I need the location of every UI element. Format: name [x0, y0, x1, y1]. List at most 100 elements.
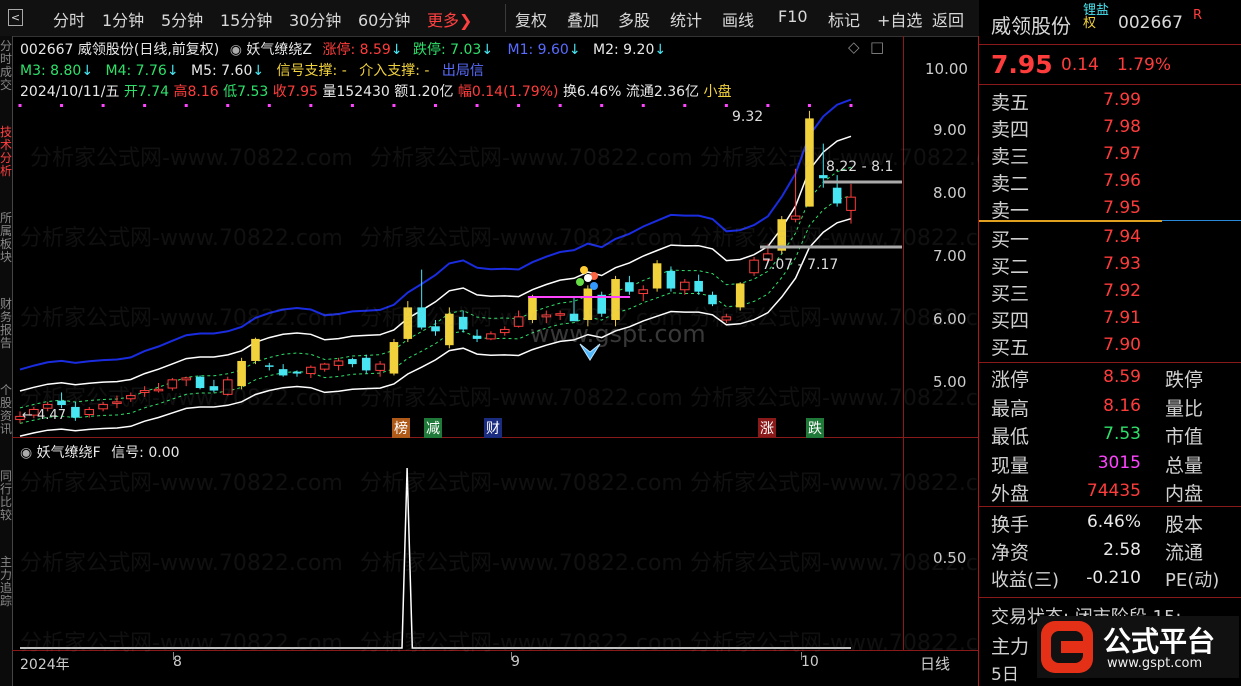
candle-body	[749, 259, 759, 274]
ask2-price[interactable]: 7.96	[1079, 171, 1141, 191]
price-change: 0.14	[1061, 55, 1099, 75]
signal-dot	[724, 104, 728, 107]
candle-body	[292, 371, 302, 374]
candle-body	[251, 338, 260, 361]
divider	[979, 44, 1241, 45]
date-tick: 2024年	[20, 657, 70, 673]
logo-mark-icon	[1041, 621, 1093, 673]
candle-body	[361, 357, 371, 371]
price-change-pct: 1.79%	[1117, 55, 1172, 75]
ask4-price[interactable]: 7.98	[1079, 117, 1141, 137]
stat-label: 量比	[1165, 398, 1204, 420]
signal-dot	[350, 104, 354, 107]
ask1-price[interactable]: 7.95	[1079, 198, 1141, 218]
candle-body	[666, 270, 676, 289]
price-tick: 5.00	[933, 373, 967, 391]
candle-body	[486, 333, 496, 340]
five-day-label: 5日	[991, 665, 1019, 685]
bid4-price[interactable]: 7.91	[1079, 308, 1141, 328]
lower-range-annotation: 7.07 - 7.17	[762, 257, 839, 273]
bid4-label: 买四	[991, 310, 1030, 332]
tag-cai[interactable]: 财	[484, 418, 502, 438]
ask1-label: 卖一	[991, 200, 1030, 222]
candle-body	[513, 316, 524, 327]
ask2-label: 卖二	[991, 173, 1030, 195]
candle-body	[638, 289, 649, 295]
candle-body	[458, 316, 468, 330]
return-button[interactable]: 返回	[932, 7, 964, 31]
tag-jian[interactable]: 减	[424, 418, 442, 438]
upper-range-annotation: 8.22 - 8.1	[826, 159, 894, 175]
watermark-gspt: www.gspt.com	[530, 320, 706, 348]
stat-label: 流通	[1165, 542, 1204, 564]
price-tick: 6.00	[933, 310, 967, 328]
signal-line	[20, 467, 851, 649]
candle-body	[805, 118, 814, 207]
candle-body	[583, 288, 593, 320]
ask5-label: 卖五	[991, 92, 1030, 114]
candle-body	[611, 279, 620, 320]
bid2-price[interactable]: 7.93	[1079, 254, 1141, 274]
tag-bang[interactable]: 榜	[392, 418, 410, 438]
price-axis-divider	[903, 36, 904, 650]
stat-label: 现量	[991, 455, 1030, 477]
r-mark: R	[1193, 8, 1203, 23]
signal-chart[interactable]	[0, 438, 903, 650]
signal-dot	[101, 104, 105, 107]
sector-badge[interactable]: 锂盐 权	[1083, 4, 1109, 30]
candle-body	[555, 313, 565, 316]
bid1-label: 买一	[991, 229, 1030, 251]
candle-body	[181, 377, 191, 381]
candle-body	[694, 280, 703, 292]
last-price: 7.95	[991, 50, 1053, 79]
stat-label: 最低	[991, 426, 1030, 448]
tick-mark	[801, 652, 802, 660]
tag-die[interactable]: 跌	[806, 418, 824, 438]
signal-dot	[558, 104, 562, 107]
ask3-price[interactable]: 7.97	[1079, 144, 1141, 164]
price-tick: 10.00	[925, 60, 968, 78]
tick-mark	[511, 652, 512, 660]
outer-volume: 74435	[1086, 481, 1141, 501]
high-value-r: 8.16	[1103, 396, 1141, 416]
candle-body	[195, 376, 205, 389]
candle-body	[112, 401, 122, 404]
limit-up-value: 8.59	[1103, 367, 1141, 387]
flower-marker-icon	[580, 266, 588, 274]
divider	[979, 597, 1241, 598]
divider	[979, 506, 1241, 507]
signal-dot	[517, 104, 521, 107]
quote-panel: 威领股份 锂盐 权 002667 R 7.95 0.14 1.79% 卖五 7.…	[979, 0, 1241, 686]
bid2-label: 买二	[991, 256, 1030, 278]
period-label[interactable]: 日线	[920, 653, 950, 674]
net-assets: 2.58	[1103, 540, 1141, 560]
spread-line	[979, 220, 1162, 222]
signal-dot	[807, 104, 811, 107]
candle-body	[57, 400, 66, 406]
date-tick: 10	[801, 654, 819, 670]
candlestick-chart[interactable]	[0, 0, 903, 440]
stat-label: 跌停	[1165, 369, 1204, 391]
signal-dot	[309, 104, 313, 107]
signal-dot	[434, 104, 437, 107]
signal-dot	[641, 104, 645, 107]
stat-label: 股本	[1165, 514, 1204, 536]
stat-label: 收益(三)	[991, 570, 1060, 591]
bid3-price[interactable]: 7.92	[1079, 281, 1141, 301]
ask3-label: 卖三	[991, 146, 1030, 168]
logo-text: 公式平台	[1103, 625, 1216, 658]
bid5-price[interactable]: 7.90	[1079, 335, 1141, 355]
signal-dot	[475, 104, 479, 107]
signal-dot	[683, 104, 687, 107]
price-tick: 8.00	[933, 184, 967, 202]
bid3-label: 买三	[991, 283, 1030, 305]
candle-body	[832, 187, 842, 204]
tag-zhang[interactable]: 涨	[758, 418, 776, 438]
candle-body	[819, 175, 828, 179]
ask5-price[interactable]: 7.99	[1079, 90, 1141, 110]
candle-body	[209, 386, 219, 391]
bid1-price[interactable]: 7.94	[1079, 227, 1141, 247]
candle-body	[222, 379, 233, 395]
stat-label: 涨停	[991, 369, 1030, 391]
candle-body	[541, 314, 552, 318]
